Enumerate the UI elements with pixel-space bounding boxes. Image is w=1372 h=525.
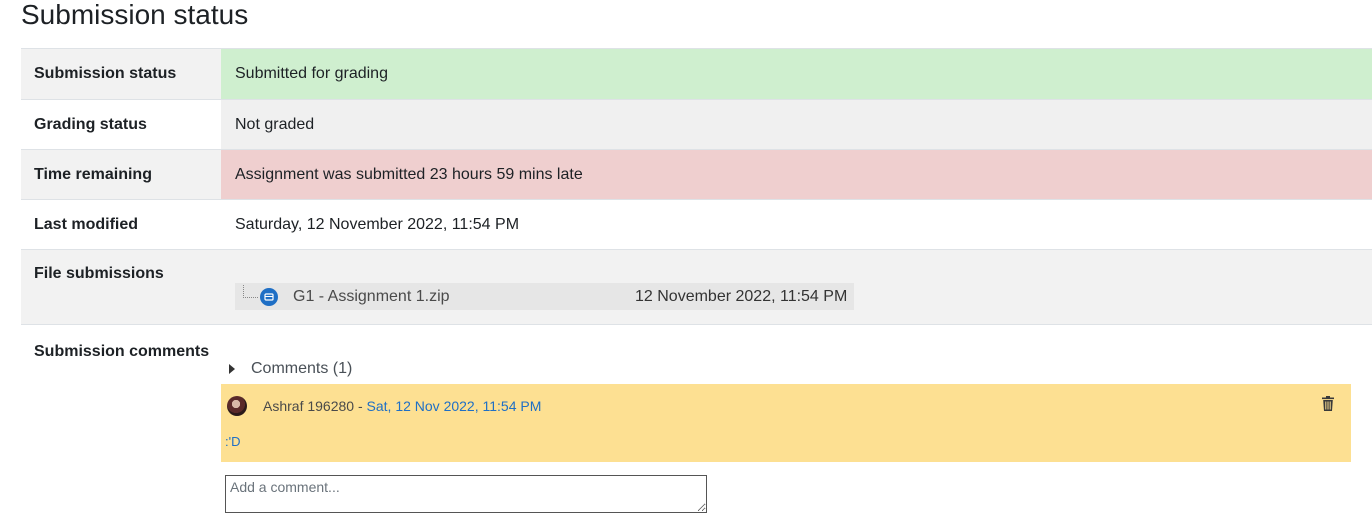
avatar bbox=[227, 396, 247, 416]
page-title: Submission status bbox=[21, 0, 249, 30]
comment-author: Ashraf 196280 bbox=[263, 398, 355, 414]
submission-status-value: Submitted for grading bbox=[221, 48, 1372, 100]
row-time-remaining: Time remaining Assignment was submitted … bbox=[21, 149, 1372, 200]
comments-toggle-label: Comments (1) bbox=[251, 360, 353, 377]
row-last-modified: Last modified Saturday, 12 November 2022… bbox=[21, 199, 1372, 250]
grading-status-value: Not graded bbox=[221, 99, 1372, 150]
comment-separator: - bbox=[354, 398, 367, 414]
last-modified-label: Last modified bbox=[34, 215, 139, 233]
time-remaining-value: Assignment was submitted 23 hours 59 min… bbox=[221, 149, 1372, 200]
file-date: 12 November 2022, 11:54 PM bbox=[635, 287, 848, 305]
comment-input[interactable] bbox=[225, 475, 707, 513]
row-file-submissions: File submissions G1 - Assignment 1.zip 1… bbox=[21, 249, 1372, 325]
comment-item: Ashraf 196280 - Sat, 12 Nov 2022, 11:54 … bbox=[221, 384, 1351, 462]
trash-icon[interactable] bbox=[1322, 396, 1334, 411]
file-submissions-label: File submissions bbox=[21, 249, 221, 325]
file-link[interactable]: G1 - Assignment 1.zip bbox=[293, 288, 635, 306]
grading-status-label: Grading status bbox=[34, 115, 147, 133]
file-item: G1 - Assignment 1.zip 12 November 2022, … bbox=[235, 283, 854, 310]
comment-text: :'D bbox=[225, 434, 241, 449]
row-grading-status: Grading status Not graded bbox=[21, 99, 1372, 150]
time-remaining-label: Time remaining bbox=[21, 149, 221, 200]
submission-status-table: Submission status Submitted for grading … bbox=[21, 48, 1372, 525]
comments-toggle[interactable]: Comments (1) bbox=[229, 359, 1372, 379]
file-submissions-cell: G1 - Assignment 1.zip 12 November 2022, … bbox=[221, 249, 1372, 325]
submission-status-label: Submission status bbox=[21, 48, 221, 100]
last-modified-value: Saturday, 12 November 2022, 11:54 PM bbox=[235, 215, 520, 233]
caret-right-icon bbox=[229, 364, 235, 374]
comment-meta: Ashraf 196280 - Sat, 12 Nov 2022, 11:54 … bbox=[263, 398, 541, 414]
row-submission-status: Submission status Submitted for grading bbox=[21, 48, 1372, 100]
submission-comments-label: Submission comments bbox=[34, 343, 210, 360]
row-submission-comments: Submission comments Comments (1) Ashraf … bbox=[21, 324, 1372, 525]
submission-comments-cell: Comments (1) Ashraf 196280 - Sat, 12 Nov… bbox=[221, 325, 1372, 525]
archive-icon bbox=[260, 287, 278, 306]
comment-time: Sat, 12 Nov 2022, 11:54 PM bbox=[366, 398, 542, 414]
tree-connector bbox=[243, 285, 258, 298]
